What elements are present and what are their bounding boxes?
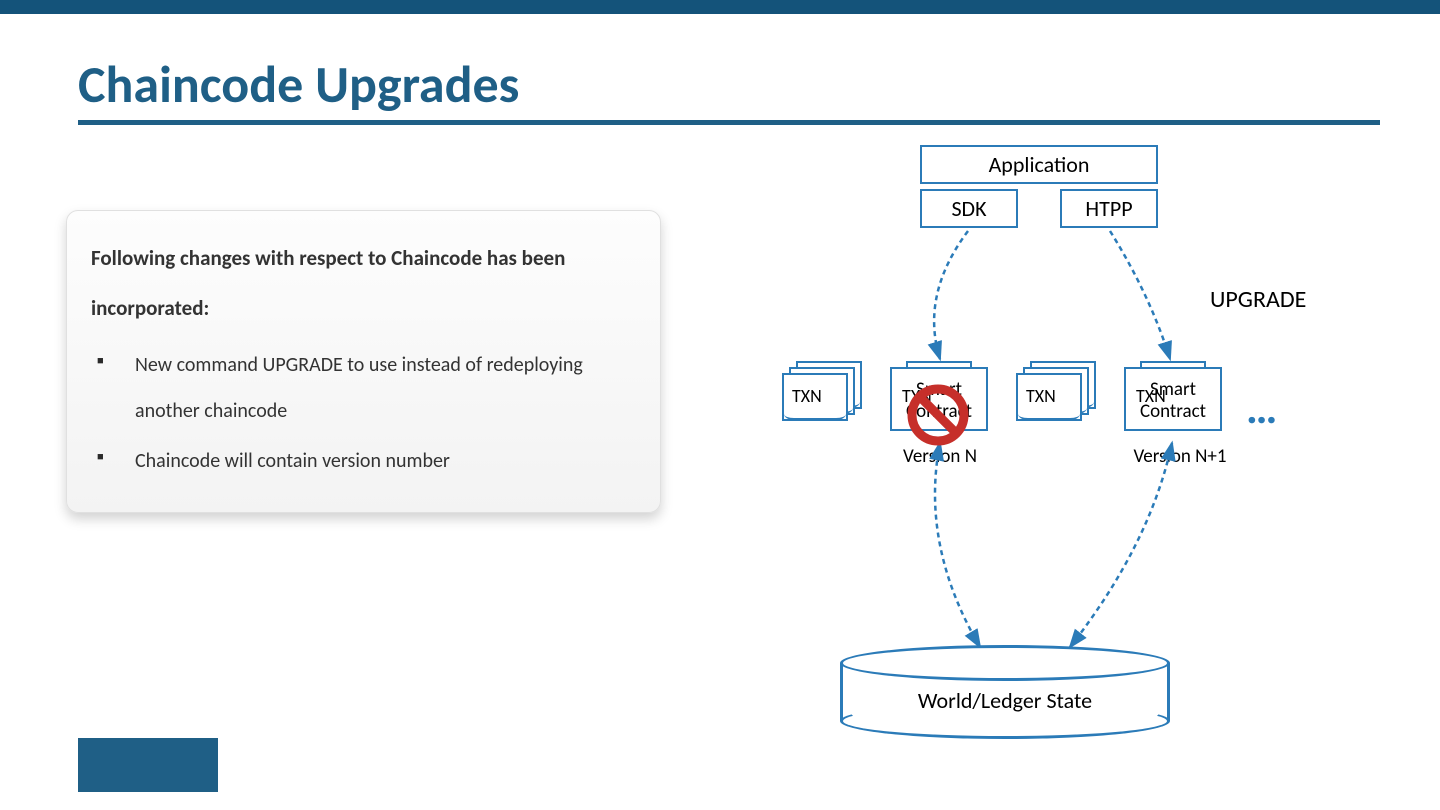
footer-accent (78, 738, 218, 792)
prohibit-icon (906, 383, 970, 452)
world-state-label: World/Ledger State (840, 687, 1170, 714)
bullet-item: New command UPGRADE to use instead of re… (91, 342, 636, 434)
txn-label: TXN (1136, 385, 1166, 407)
architecture-diagram: Application SDK HTPP UPGRADE TXN TXN Sma… (770, 145, 1390, 765)
upgrade-label: UPGRADE (1210, 285, 1306, 314)
version-n1-label: Version N+1 (1110, 445, 1250, 468)
sdk-box: SDK (920, 189, 1018, 228)
htpp-box: HTPP (1060, 189, 1158, 228)
world-state-cylinder: World/Ledger State (840, 645, 1170, 739)
application-box: Application (920, 145, 1158, 184)
slide-title: Chaincode Upgrades (78, 52, 519, 116)
top-accent-bar (0, 0, 1440, 14)
info-intro: Following changes with respect to Chainc… (91, 233, 636, 334)
bullet-item: Chaincode will contain version number (91, 438, 636, 484)
htpp-label: HTPP (1085, 195, 1132, 222)
info-card: Following changes with respect to Chainc… (66, 210, 661, 513)
ellipsis-icon: … (1246, 381, 1281, 435)
txn-label: TXN (1026, 385, 1056, 407)
slide: Chaincode Upgrades Following changes wit… (0, 0, 1440, 810)
title-underline (78, 120, 1380, 125)
sdk-label: SDK (951, 195, 986, 222)
txn-label: TXN (792, 385, 822, 407)
info-bullets: New command UPGRADE to use instead of re… (91, 342, 636, 484)
cylinder-top (840, 645, 1170, 681)
bullet-text: New command UPGRADE to use instead of re… (135, 353, 583, 423)
bullet-text: Chaincode will contain version number (135, 449, 450, 473)
application-label: Application (989, 151, 1090, 178)
